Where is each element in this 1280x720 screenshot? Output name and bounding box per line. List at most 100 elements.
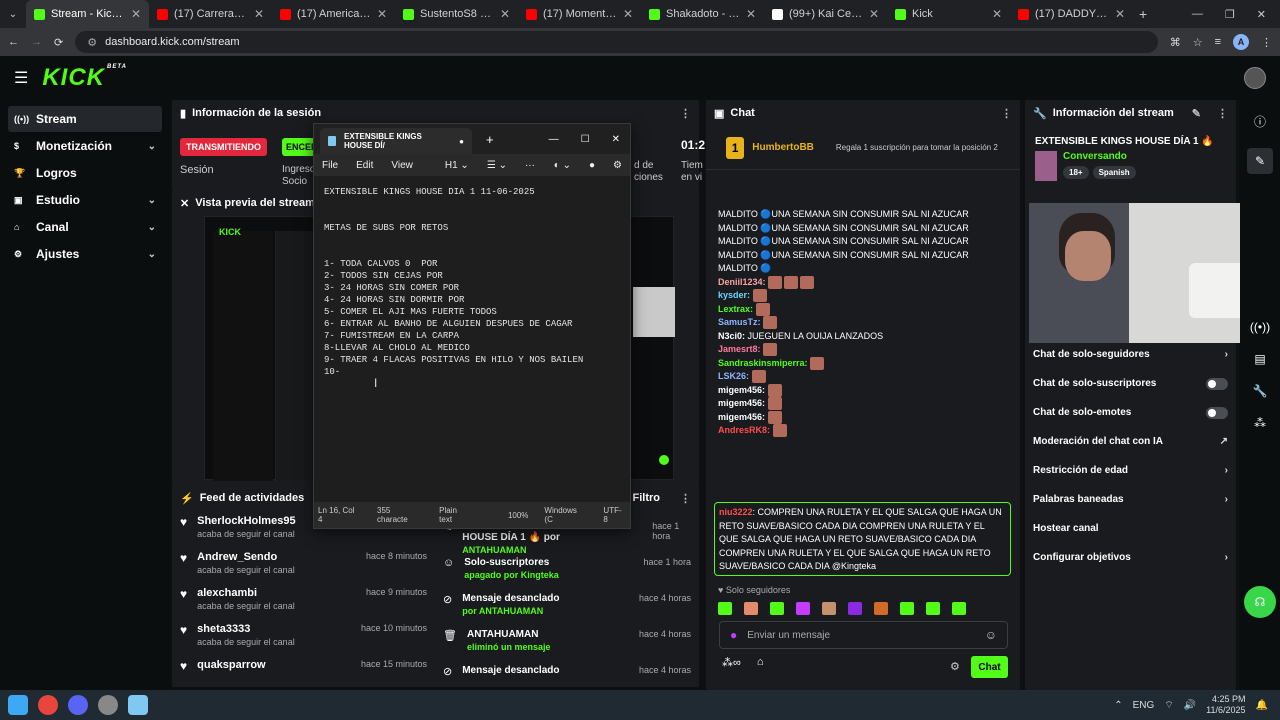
minimize-icon[interactable]: — xyxy=(1192,8,1203,21)
tray-chevron-icon[interactable]: ⌃ xyxy=(1114,700,1122,711)
emote-icon[interactable] xyxy=(796,601,810,615)
activity-menu-icon[interactable]: ⋮ xyxy=(680,492,691,505)
browser-tab[interactable]: Stream - Kick Dashboard ✕ xyxy=(26,0,149,28)
tab-close-icon[interactable]: ✕ xyxy=(500,7,510,21)
activity-actor[interactable]: por ANTAHUAMAN xyxy=(462,606,559,616)
chat-menu-icon[interactable]: ⋮ xyxy=(1001,107,1012,120)
emote-icon[interactable] xyxy=(874,601,888,615)
notifications-icon[interactable]: 🔔 xyxy=(1256,700,1272,711)
support-headset-icon[interactable]: ☊ xyxy=(1244,586,1276,618)
chat-username[interactable]: SamusTz: xyxy=(718,317,761,327)
chat-settings-icon[interactable]: ⚙ xyxy=(950,660,960,673)
browser-tab[interactable]: (17) American Pie 6 - ✕ xyxy=(272,0,395,28)
kick-logo[interactable]: KICK BETA xyxy=(42,64,127,92)
chat-username[interactable]: Lextrax: xyxy=(718,304,753,314)
heading-dropdown[interactable]: H1 ⌄ xyxy=(445,160,469,171)
url-field[interactable]: ⚙ dashboard.kick.com/stream xyxy=(75,31,1158,53)
setting-row[interactable]: Chat de solo-emotes xyxy=(1025,398,1236,427)
setting-toggle[interactable] xyxy=(1206,406,1228,419)
follower-name[interactable]: sheta3333 xyxy=(197,623,295,635)
chat-username[interactable]: Jamesrt8: xyxy=(718,344,761,354)
notepad-settings-icon[interactable]: ⚙ xyxy=(613,160,622,171)
site-info-icon[interactable]: ⚙ xyxy=(87,36,97,49)
chat-username[interactable]: kysder: xyxy=(718,290,750,300)
chat-username[interactable]: AndresRK8: xyxy=(718,425,770,435)
edit-pencil-icon[interactable]: ✎ xyxy=(1192,107,1201,120)
account-icon[interactable]: ● xyxy=(589,160,595,171)
points-icon[interactable]: ⁂∞ xyxy=(722,656,741,669)
info-icon[interactable]: ⓘ xyxy=(1247,108,1273,134)
menu-view[interactable]: View xyxy=(391,160,413,171)
setting-row[interactable]: Moderación del chat con IA ↗ xyxy=(1025,427,1236,456)
tab-close-icon[interactable]: ✕ xyxy=(992,7,1002,21)
browser-tab[interactable]: SustentoS8 - Watch ✕ xyxy=(395,0,518,28)
emoji-picker-icon[interactable]: ☺ xyxy=(985,628,997,642)
notepad-text-area[interactable]: EXTENSIBLE KINGS HOUSE DIA 1 11-06-2025 … xyxy=(314,176,630,502)
discord-icon[interactable] xyxy=(68,695,88,715)
sidebar-item-canal[interactable]: ⌂ Canal ⌄ xyxy=(8,214,162,240)
back-icon[interactable]: ← xyxy=(8,36,19,48)
microphone-icon[interactable]: ● xyxy=(730,628,737,642)
category-name[interactable]: Conversando xyxy=(1063,151,1136,162)
follower-name[interactable]: SherlockHolmes95 xyxy=(197,515,295,527)
setting-row[interactable]: Chat de solo-seguidores › xyxy=(1025,340,1236,369)
emote-icon[interactable] xyxy=(900,601,914,615)
bookmark-star-icon[interactable]: ☆ xyxy=(1193,36,1203,49)
tab-close-icon[interactable]: ✕ xyxy=(623,7,633,21)
setting-row[interactable]: Restricción de edad › xyxy=(1025,456,1236,485)
chat-username[interactable]: migem456: xyxy=(718,412,765,422)
volume-icon[interactable]: 🔊 xyxy=(1184,700,1196,711)
wifi-icon[interactable]: ⌔ xyxy=(1164,699,1173,712)
layout-icon[interactable]: ▤ xyxy=(1247,346,1273,372)
browser-tab[interactable]: (99+) Kai Cenat's Insa ✕ xyxy=(764,0,887,28)
session-menu-icon[interactable]: ⋮ xyxy=(680,107,691,120)
notepad-maximize-icon[interactable]: ☐ xyxy=(581,134,590,145)
activity-actor[interactable]: eliminó un mensaje xyxy=(467,642,551,652)
more-options-icon[interactable]: ··· xyxy=(525,160,535,171)
notepad-close-icon[interactable]: ✕ xyxy=(612,134,620,145)
sidebar-item-estudio[interactable]: ▣ Estudio ⌄ xyxy=(8,187,162,213)
list-format-icon[interactable]: ☰ ⌄ xyxy=(487,160,507,171)
broadcast-icon[interactable]: ((•)) xyxy=(1247,314,1273,340)
sidebar-item-monetización[interactable]: $ Monetización ⌄ xyxy=(8,133,162,159)
notepad-taskbar-icon[interactable] xyxy=(128,695,148,715)
notepad-new-tab-icon[interactable]: + xyxy=(486,132,494,147)
obs-icon[interactable] xyxy=(98,695,118,715)
language-indicator[interactable]: ENG xyxy=(1133,700,1155,711)
tab-close-icon[interactable]: ✕ xyxy=(746,7,756,21)
browser-tab[interactable]: Kick ✕ xyxy=(887,0,1010,28)
emote-icon[interactable] xyxy=(744,601,758,615)
emote-icon[interactable] xyxy=(822,601,836,615)
menu-edit[interactable]: Edit xyxy=(356,160,373,171)
send-chat-button[interactable]: Chat xyxy=(971,656,1008,678)
hamburger-menu-icon[interactable]: ☰ xyxy=(14,68,28,88)
chat-username[interactable]: migem456: xyxy=(718,385,765,395)
chat-input[interactable]: ● Enviar un mensaje ☺ xyxy=(719,621,1008,649)
new-tab-icon[interactable]: + xyxy=(1139,6,1147,22)
windows-start-icon[interactable] xyxy=(8,695,28,715)
setting-row[interactable]: Palabras baneadas › xyxy=(1025,485,1236,514)
sidebar-item-stream[interactable]: ((•)) Stream xyxy=(8,106,162,132)
close-icon[interactable]: ✕ xyxy=(1257,8,1266,21)
reading-list-icon[interactable]: ≡ xyxy=(1215,36,1221,48)
sidebar-item-ajustes[interactable]: ⚙ Ajustes ⌄ xyxy=(8,241,162,267)
sidebar-item-logros[interactable]: 🏆 Logros xyxy=(8,160,162,186)
chat-username[interactable]: migem456: xyxy=(718,398,765,408)
emote-icon[interactable] xyxy=(952,601,966,615)
emote-icon[interactable] xyxy=(926,601,940,615)
emote-icon[interactable] xyxy=(848,601,862,615)
follower-name[interactable]: alexchambi xyxy=(197,587,295,599)
setting-toggle[interactable] xyxy=(1206,377,1228,390)
browser-menu-icon[interactable]: ⋮ xyxy=(1261,36,1272,49)
reload-icon[interactable]: ⟳ xyxy=(54,36,63,49)
copilot-icon[interactable]: ◐ ⌄ xyxy=(554,160,571,171)
restore-icon[interactable]: ❐ xyxy=(1225,8,1235,21)
menu-file[interactable]: File xyxy=(322,160,338,171)
browser-tab[interactable]: (17) Momento exacto ✕ xyxy=(518,0,641,28)
setting-row[interactable]: Hostear canal xyxy=(1025,514,1236,543)
tab-unsaved-dot-icon[interactable]: ● xyxy=(459,137,464,146)
follower-name[interactable]: Andrew_Sendo xyxy=(197,551,295,563)
gift-prompt-text[interactable]: Regala 1 suscripción para tomar la posic… xyxy=(836,143,1000,153)
follower-name[interactable]: quaksparrow xyxy=(197,659,265,671)
emote-icon[interactable] xyxy=(770,601,784,615)
